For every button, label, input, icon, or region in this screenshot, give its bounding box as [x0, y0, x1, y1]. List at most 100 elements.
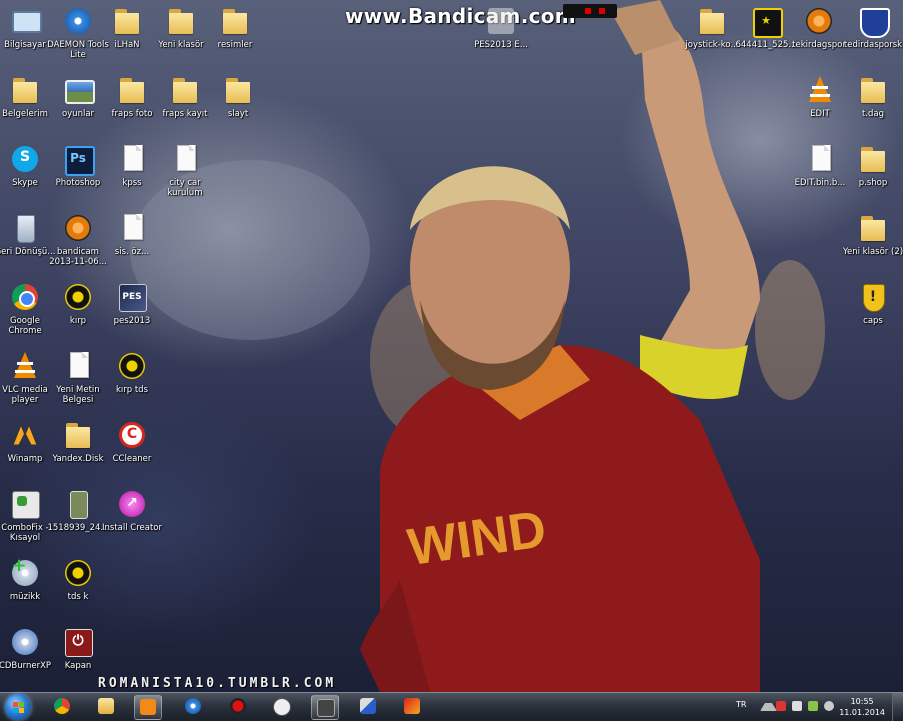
- desktop-icon-caps[interactable]: ! caps: [842, 281, 903, 326]
- system-clock[interactable]: 10:55 11.01.2014: [839, 696, 885, 718]
- pes-icon: PES: [116, 281, 148, 313]
- yandex-disk-icon: [62, 419, 94, 451]
- desktop-icon-resimler[interactable]: resimler: [204, 5, 266, 50]
- image-icon: [62, 488, 94, 520]
- taskbar-media-player[interactable]: [134, 695, 162, 720]
- folder-icon: [222, 74, 254, 106]
- network-icon[interactable]: [808, 701, 818, 711]
- taskbar-pen[interactable]: [355, 695, 381, 718]
- desktop-icon-tds-k[interactable]: tds k: [47, 557, 109, 602]
- chrome-icon: [54, 698, 70, 714]
- taskbar-troll[interactable]: [268, 695, 294, 718]
- shutdown-icon: ⏻: [62, 626, 94, 658]
- folder-icon: [857, 74, 889, 106]
- taskbar-tool[interactable]: [399, 695, 425, 718]
- desktop-icon-1518939[interactable]: 1518939_24...: [47, 488, 109, 533]
- taskbar: TR 10:55 11.01.2014: [0, 692, 903, 721]
- desktop-icon-install-creator[interactable]: ↗ Install Creator: [101, 488, 163, 533]
- desktop-icon-slayt[interactable]: slayt: [207, 74, 269, 119]
- document-icon: [62, 350, 94, 382]
- desktop-icon-joystick[interactable]: joystick-ko...: [681, 5, 743, 50]
- desktop-icon-tdag[interactable]: t.dag: [842, 74, 903, 119]
- desktop-icon-yeni-klasor-2[interactable]: Yeni klasör (2): [842, 212, 903, 257]
- combofix-icon: [9, 488, 41, 520]
- folder-icon: [165, 5, 197, 37]
- winamp-icon: [9, 419, 41, 451]
- vlc-icon: [9, 350, 41, 382]
- desktop-icon-city-car[interactable]: city car kurulum: [154, 143, 216, 198]
- show-desktop-button[interactable]: [892, 693, 903, 721]
- taskbar-explorer[interactable]: [93, 695, 119, 718]
- media-player-icon: [140, 699, 156, 715]
- photoshop-icon: Ps: [62, 143, 95, 176]
- document-icon: [116, 212, 148, 244]
- document-icon: [169, 143, 201, 175]
- ccleaner-icon: C: [116, 419, 148, 451]
- desktop-icon-kirp[interactable]: kırp: [47, 281, 109, 326]
- image-icon: [62, 74, 95, 106]
- desktop-icon-pshop[interactable]: p.shop: [842, 143, 903, 188]
- desktop-icon-pes2013[interactable]: PES pes2013: [101, 281, 163, 326]
- desktop-icon-kirp-tds[interactable]: kırp tds: [101, 350, 163, 395]
- cdburner-icon: [9, 626, 41, 658]
- vlc-icon: [804, 74, 836, 106]
- music-disc-icon: +: [9, 555, 41, 589]
- shortcut-icon: [485, 5, 517, 37]
- start-button[interactable]: [5, 694, 31, 720]
- chrome-icon: [9, 281, 41, 313]
- desktop-icon-photoshop[interactable]: Ps Photoshop: [47, 143, 109, 188]
- daemon-tools-icon: [62, 5, 94, 37]
- club-logo-icon: [62, 281, 94, 313]
- daemon-tools-icon: [185, 698, 201, 714]
- desktop-icon-tedirdasporsk[interactable]: tedirdasporsk: [842, 5, 903, 50]
- taskbar-bandicam[interactable]: [225, 695, 251, 718]
- folder-icon: [98, 698, 114, 714]
- wallpaper-caption: ROMANISTA10.TUMBLR.COM: [98, 676, 337, 691]
- document-icon: [804, 143, 836, 175]
- folder-icon: [696, 5, 728, 37]
- warning-shield-icon: !: [857, 281, 889, 313]
- game-icon: [317, 699, 335, 717]
- desktop-icon-ccleaner[interactable]: C CCleaner: [101, 419, 163, 464]
- language-indicator[interactable]: TR: [736, 700, 746, 709]
- desktop-icon-sis-oz[interactable]: sis. öz...: [101, 212, 163, 257]
- pen-icon: [360, 698, 376, 714]
- taskbar-daemon-tools[interactable]: [180, 695, 206, 718]
- clock-time: 10:55: [850, 697, 874, 706]
- recording-indicator: [563, 4, 617, 18]
- tool-icon: [404, 698, 420, 714]
- club-crest-icon: [857, 5, 890, 38]
- desktop-icon-yeni-metin[interactable]: Yeni Metin Belgesi: [47, 350, 109, 405]
- flag-icon[interactable]: [776, 701, 786, 711]
- desktop-icon-bandicam-file[interactable]: bandicam 2013-11-06...: [47, 212, 109, 267]
- tray-expand-icon[interactable]: [760, 703, 777, 711]
- skype-icon: S: [9, 143, 41, 175]
- record-icon: [230, 698, 246, 714]
- folder-icon: [116, 74, 148, 106]
- battery-icon[interactable]: [792, 701, 802, 711]
- document-icon: [116, 143, 148, 175]
- desktop-icon-oyunlar[interactable]: oyunlar: [47, 74, 109, 119]
- desktop-icon-yeni-klasor[interactable]: Yeni klasör: [150, 5, 212, 50]
- face-icon: [273, 698, 291, 716]
- folder-icon: [169, 74, 201, 106]
- volume-icon[interactable]: [824, 701, 834, 711]
- install-creator-icon: ↗: [116, 488, 148, 520]
- folder-icon: [857, 212, 889, 244]
- club-logo-icon: [803, 5, 835, 37]
- taskbar-chrome[interactable]: [49, 695, 75, 718]
- desktop-icon-ilhan[interactable]: iLHaN: [96, 5, 158, 50]
- taskbar-game[interactable]: [311, 695, 339, 720]
- desktop-icon-yandex-disk[interactable]: Yandex.Disk: [47, 419, 109, 464]
- bandicam-watermark: www.Bandicam.com: [345, 4, 576, 28]
- desktop-icon-tekirdagspor[interactable]: tekirdagspor: [788, 5, 850, 50]
- recycle-bin-icon: [9, 212, 41, 244]
- desktop-icon-kapan[interactable]: ⏻ Kapan: [47, 626, 109, 671]
- folder-icon: [857, 143, 889, 175]
- documents-icon: [9, 74, 41, 106]
- user-folder-icon: [111, 5, 143, 37]
- desktop-icon-pes2013-e[interactable]: PES2013 E...: [470, 5, 532, 50]
- computer-icon: [9, 5, 42, 37]
- folder-icon: [219, 5, 251, 37]
- club-logo-icon: [116, 350, 148, 382]
